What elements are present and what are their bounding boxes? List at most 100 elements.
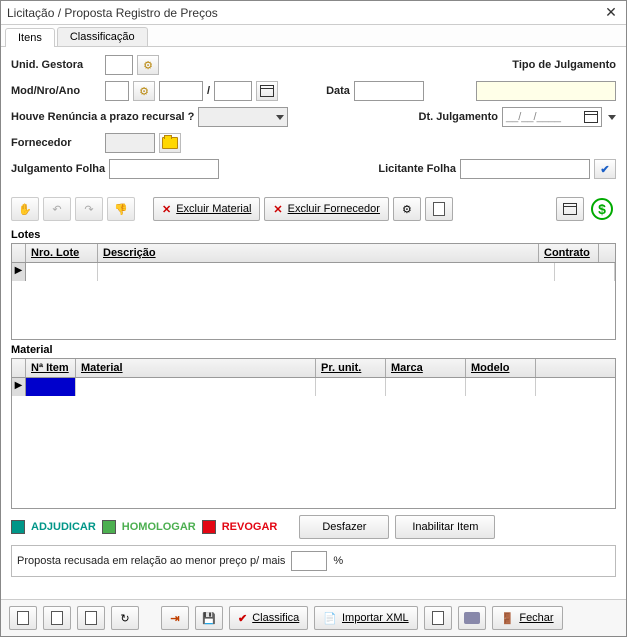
nav-prev-button[interactable]: ↶ (43, 197, 71, 221)
bottom-btn-2[interactable] (43, 606, 71, 630)
nav-last-button[interactable]: 👎 (107, 197, 135, 221)
tab-itens[interactable]: Itens (5, 28, 55, 47)
material-body[interactable]: ▶ (12, 378, 615, 508)
excluir-material-button[interactable]: ✕Excluir Material (153, 197, 260, 221)
lotes-col-contrato[interactable]: Contrato (539, 244, 599, 262)
desfazer-label: Desfazer (322, 521, 366, 533)
unid-gestora-link-button[interactable]: ⚙ (137, 55, 159, 75)
doc-button[interactable] (425, 197, 453, 221)
close-button[interactable]: ✕ (602, 4, 620, 22)
window-title: Licitação / Proposta Registro de Preços (7, 6, 602, 20)
lotes-section-label: Lotes (1, 225, 626, 243)
licitante-folha-input[interactable] (460, 159, 590, 179)
check-icon: ✔ (600, 163, 609, 176)
swatch-homologar (102, 520, 116, 534)
proposta-box: Proposta recusada em relação ao menor pr… (11, 545, 616, 577)
table-row[interactable]: ▶ (12, 378, 615, 396)
material-cell-modelo[interactable] (466, 378, 536, 396)
lotes-col-descricao[interactable]: Descrição (98, 244, 539, 262)
bottom-save-button[interactable]: 💾 (195, 606, 223, 630)
fornecedor-label: Fornecedor (11, 137, 101, 149)
importar-xml-label: Importar XML (342, 612, 409, 624)
classifica-button[interactable]: ✔Classifica (229, 606, 308, 630)
proposta-percent-suffix: % (333, 555, 343, 567)
ano-input[interactable] (214, 81, 252, 101)
fornecedor-folder-button[interactable] (159, 133, 181, 153)
mod-input[interactable] (105, 81, 129, 101)
excluir-material-label: Excluir Material (176, 203, 251, 215)
material-section-label: Material (1, 340, 626, 358)
table-row[interactable]: ▶ (12, 263, 615, 281)
bottom-btn-1[interactable] (9, 606, 37, 630)
calendar-button[interactable] (256, 81, 278, 101)
bottom-toolbar: ↻ ⇥ 💾 ✔Classifica 📄Importar XML 🚪Fechar (1, 599, 626, 636)
unid-gestora-label: Unid. Gestora (11, 59, 101, 71)
material-header: Nª Item Material Pr. unit. Marca Modelo (12, 359, 615, 378)
lotes-grid: Nro. Lote Descrição Contrato ▶ (11, 243, 616, 340)
julgamento-folha-input[interactable] (109, 159, 219, 179)
tab-classificacao[interactable]: Classificação (57, 27, 148, 46)
lotes-body[interactable]: ▶ (12, 263, 615, 339)
fornecedor-input[interactable] (105, 133, 155, 153)
desfazer-button[interactable]: Desfazer (299, 515, 389, 539)
calc-button[interactable] (556, 197, 584, 221)
material-cell-nitem[interactable] (26, 378, 76, 396)
lotes-col-nro[interactable]: Nro. Lote (26, 244, 98, 262)
bottom-export-button[interactable]: ⇥ (161, 606, 189, 630)
fechar-label: Fechar (519, 612, 553, 624)
dt-julgamento-input[interactable]: __/__/____ (502, 107, 602, 127)
nav-next-button[interactable]: ↷ (75, 197, 103, 221)
material-col-material[interactable]: Material (76, 359, 316, 377)
link-icon: ⚙ (139, 85, 149, 98)
bottom-print-button[interactable] (458, 606, 486, 630)
hand-icon: ✋ (18, 203, 32, 216)
lotes-cell-contrato[interactable] (555, 263, 615, 281)
arrow-icon: ↷ (84, 203, 93, 216)
tipo-julgamento-input[interactable] (476, 81, 616, 101)
houve-renuncia-select[interactable] (198, 107, 288, 127)
material-cell-prunit[interactable] (316, 378, 386, 396)
adjudicar-label: ADJUDICAR (31, 521, 96, 533)
mod-link-button[interactable]: ⚙ (133, 81, 155, 101)
inabilitar-button[interactable]: Inabilitar Item (395, 515, 495, 539)
nav-first-button[interactable]: ✋ (11, 197, 39, 221)
config-button[interactable]: ⚙ (393, 197, 421, 221)
importar-xml-button[interactable]: 📄Importar XML (314, 606, 417, 630)
legend-row: ADJUDICAR HOMOLOGAR REVOGAR Desfazer Ina… (1, 509, 626, 545)
bottom-btn-4[interactable]: ↻ (111, 606, 139, 630)
data-input[interactable] (354, 81, 424, 101)
form-area: Unid. Gestora ⚙ Tipo de Julgamento Mod/N… (1, 47, 626, 193)
julgamento-folha-label: Julgamento Folha (11, 163, 105, 175)
licitante-confirm-button[interactable]: ✔ (594, 159, 616, 179)
excluir-fornecedor-button[interactable]: ✕Excluir Fornecedor (264, 197, 389, 221)
bottom-doc-button[interactable] (424, 606, 452, 630)
money-button[interactable]: $ (588, 197, 616, 221)
material-col-modelo[interactable]: Modelo (466, 359, 536, 377)
material-cell-material[interactable] (76, 378, 316, 396)
swatch-adjudicar (11, 520, 25, 534)
classifica-label: Classifica (252, 612, 299, 624)
folder-icon (162, 137, 178, 149)
unid-gestora-input[interactable] (105, 55, 133, 75)
swatch-revogar (202, 520, 216, 534)
export-icon: ⇥ (170, 612, 179, 625)
dt-julgamento-label: Dt. Julgamento (419, 111, 498, 123)
bottom-btn-3[interactable] (77, 606, 105, 630)
chevron-down-icon (276, 115, 284, 120)
save-icon: 💾 (202, 612, 216, 625)
homologar-label: HOMOLOGAR (122, 521, 196, 533)
fechar-button[interactable]: 🚪Fechar (492, 606, 563, 630)
lotes-cell-descricao[interactable] (98, 263, 555, 281)
material-col-marca[interactable]: Marca (386, 359, 466, 377)
material-cell-marca[interactable] (386, 378, 466, 396)
material-col-prunit[interactable]: Pr. unit. (316, 359, 386, 377)
material-col-nitem[interactable]: Nª Item (26, 359, 76, 377)
document-icon (17, 611, 29, 625)
window: Licitação / Proposta Registro de Preços … (0, 0, 627, 637)
proposta-label: Proposta recusada em relação ao menor pr… (17, 555, 285, 567)
lotes-cell-nro[interactable] (26, 263, 98, 281)
chevron-down-icon[interactable] (608, 115, 616, 120)
nro-input[interactable] (159, 81, 203, 101)
proposta-percent-input[interactable] (291, 551, 327, 571)
dollar-icon: $ (591, 198, 613, 220)
